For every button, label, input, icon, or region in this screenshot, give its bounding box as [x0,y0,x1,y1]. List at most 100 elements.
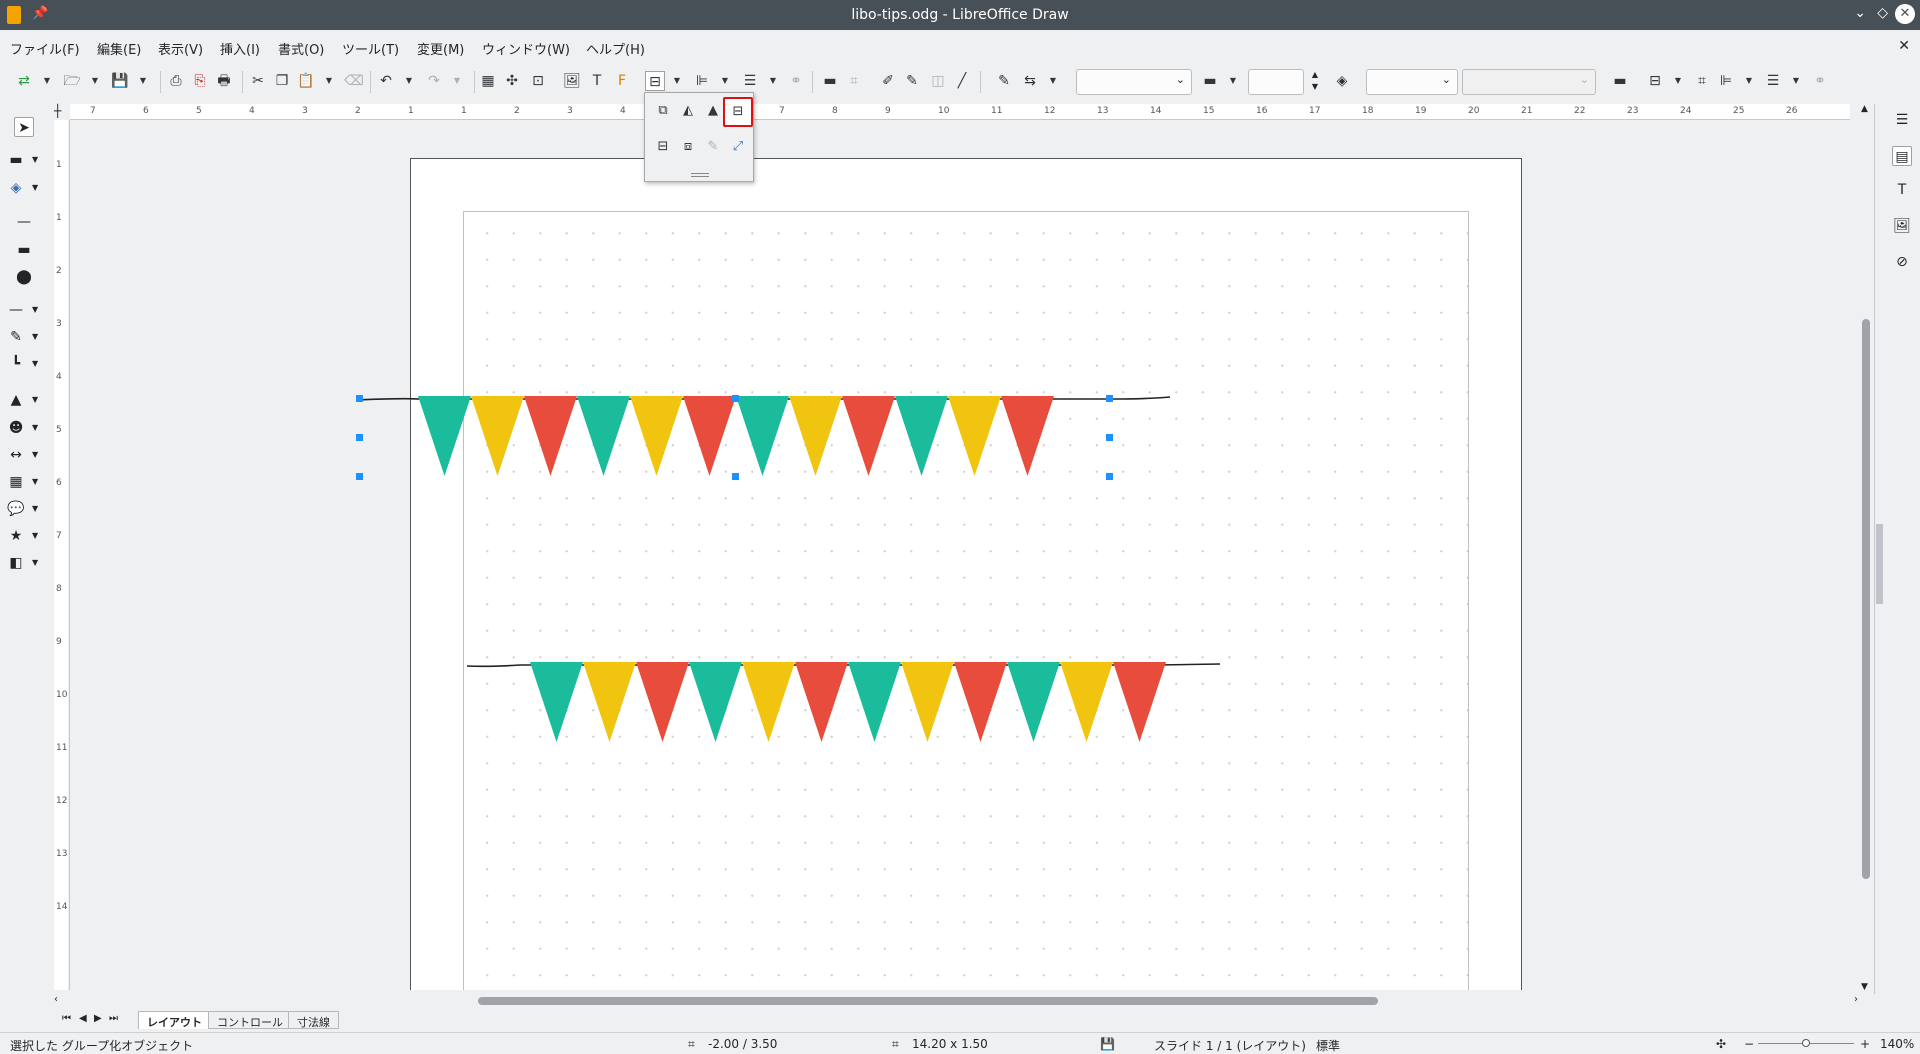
undo-dropdown[interactable]: ▼ [404,71,414,91]
zoom-slider-knob[interactable] [1802,1039,1810,1047]
grid-icon[interactable]: ▦ [478,71,498,91]
flip-vertical-icon[interactable]: ◭ [677,100,699,122]
paste-dropdown[interactable]: ▼ [324,71,334,91]
last-page-icon[interactable]: ⏭ [109,1013,118,1024]
glue-points-icon[interactable]: ✎ [902,71,922,91]
edit-points-icon[interactable]: ✎ [702,136,724,158]
line-ends-dropdown[interactable]: ▼ [1048,71,1058,91]
line-width-icon[interactable]: ▬ [1200,71,1220,91]
first-page-icon[interactable]: ⏮ [62,1013,71,1024]
fontwork-icon[interactable]: F [612,71,632,91]
fill-color-icon[interactable]: ◈ [1332,71,1352,91]
undo-icon[interactable]: ↶ [376,71,396,91]
callouts-icon[interactable]: 💬 [6,499,26,519]
area-style-select[interactable]: ⌄ [1366,69,1458,95]
vertical-ruler[interactable]: 1 1 2 3 4 5 6 7 8 9 10 11 12 13 14 [52,120,70,990]
lines-arrows-dropdown[interactable]: ▼ [32,300,38,320]
export-icon[interactable]: ⎙ [166,71,186,91]
menu-view[interactable]: 表示(V) [158,39,203,58]
fill-color-dropdown[interactable]: ▼ [32,178,38,198]
horizontal-scrollbar[interactable]: ‹ › [52,992,1860,1010]
basic-shapes-dropdown[interactable]: ▼ [32,390,38,410]
transformations2-icon[interactable]: ⊟ [1645,71,1665,91]
line-color-tool-icon[interactable]: ▬ [6,150,26,170]
zoom-out-icon[interactable]: − [1744,1037,1754,1051]
bunting-drawing[interactable] [70,120,1860,990]
drawing-canvas[interactable] [70,120,1860,990]
open-dropdown[interactable]: ▼ [90,71,100,91]
edit-points-toolbar-icon[interactable]: ✐ [878,71,898,91]
line-ends-icon[interactable]: ⇆ [1020,71,1040,91]
tab-controls[interactable]: コントロール [208,1011,292,1029]
arrange-dropdown[interactable]: ▼ [768,71,778,91]
crop-icon[interactable]: ⌗ [844,71,864,91]
fit-slide-icon[interactable]: ✣ [1716,1037,1726,1051]
toggle-extrusion-icon[interactable]: ◫ [928,71,948,91]
distribute-icon[interactable]: ⧈ [677,136,699,158]
ellipse-icon[interactable]: ⬤ [14,267,34,287]
menu-edit[interactable]: 編集(E) [97,39,141,58]
zoom-level[interactable]: 140% [1880,1037,1914,1051]
align-dropdown[interactable]: ▼ [720,71,730,91]
tab-dimension-lines[interactable]: 寸法線 [288,1011,339,1029]
clone-formatting-icon[interactable]: ⌫ [344,71,364,91]
bring-to-front-icon[interactable]: ⧉ [652,100,674,122]
callouts-dropdown[interactable]: ▼ [32,499,38,519]
symbol-shapes-icon[interactable]: ☻ [6,418,26,438]
stars-dropdown[interactable]: ▼ [32,526,38,546]
menu-format[interactable]: 書式(O) [278,39,324,58]
vertical-scroll-thumb[interactable] [1862,319,1870,879]
stars-icon[interactable]: ★ [6,526,26,546]
vertical-scrollbar[interactable]: ▲ ▼ [1860,104,1872,994]
scroll-right-icon[interactable]: › [1854,994,1858,1005]
properties-icon[interactable]: ▤ [1892,146,1912,166]
scroll-down-icon[interactable]: ▼ [1861,982,1868,992]
symbol-shapes-dropdown[interactable]: ▼ [32,418,38,438]
basic-shapes-icon[interactable]: ▲ [6,390,26,410]
align2-icon[interactable]: ⊫ [1716,71,1736,91]
selection-handle[interactable] [356,473,363,480]
line-color-icon[interactable]: ✎ [994,71,1014,91]
selection-handle[interactable] [356,434,363,441]
close-icon[interactable]: ✕ [1895,4,1915,24]
close-document-icon[interactable]: ✕ [1898,38,1910,54]
menu-insert[interactable]: 挿入(I) [220,39,260,58]
flowchart-icon[interactable]: ▦ [6,472,26,492]
connector-dropdown[interactable]: ▼ [32,354,38,374]
new-icon[interactable]: ⇄ [14,71,34,91]
navigator-icon[interactable]: ⊘ [1892,252,1912,272]
popup-grip[interactable] [691,173,709,177]
ruler-origin-icon[interactable]: ┼ [54,104,61,118]
shadow2-icon[interactable]: ⚭ [1810,71,1830,91]
line-tool-icon[interactable]: ╱ [952,71,972,91]
redo-icon[interactable]: ↷ [424,71,444,91]
block-arrows-dropdown[interactable]: ▼ [32,445,38,465]
group-highlighted-icon[interactable]: ⊟ [723,97,753,127]
select-tool-icon[interactable]: ➤ [14,117,34,137]
shape-fill-icon[interactable]: ▬ [1610,71,1630,91]
area-fill-select[interactable]: ⌄ [1462,69,1596,95]
fill-color-tool-icon[interactable]: ◈ [6,178,26,198]
redo-dropdown[interactable]: ▼ [452,71,462,91]
arrange2-icon[interactable]: ☰ [1763,71,1783,91]
menu-help[interactable]: ヘルプ(H) [586,39,645,58]
text-icon[interactable]: T [587,71,607,91]
connector-tool-icon[interactable]: ┗ [6,354,26,374]
menu-window[interactable]: ウィンドウ(W) [482,39,570,58]
horizontal-ruler[interactable]: 7654321123456789101112131415161718192021… [70,104,1850,120]
minimize-icon[interactable]: ⌄ [1854,5,1866,21]
sidebar-menu-icon[interactable]: ☰ [1892,110,1912,130]
paste-icon[interactable]: 📋 [296,71,316,91]
flowchart-dropdown[interactable]: ▼ [32,472,38,492]
curve-dropdown[interactable]: ▼ [32,327,38,347]
document-modified-icon[interactable]: 💾 [1100,1037,1115,1051]
line-width-spinner[interactable]: ▲ ▼ [1308,69,1322,95]
save-dropdown[interactable]: ▼ [138,71,148,91]
selection-handle[interactable] [1106,473,1113,480]
scroll-up-icon[interactable]: ▲ [1861,104,1868,114]
line-width-dropdown[interactable]: ▼ [1228,71,1238,91]
zoom-in-icon[interactable]: + [1860,1037,1870,1051]
ungroup-icon[interactable]: ⊟ [652,136,674,158]
arrange2-dropdown[interactable]: ▼ [1791,71,1801,91]
tab-layout[interactable]: レイアウト [138,1011,211,1029]
